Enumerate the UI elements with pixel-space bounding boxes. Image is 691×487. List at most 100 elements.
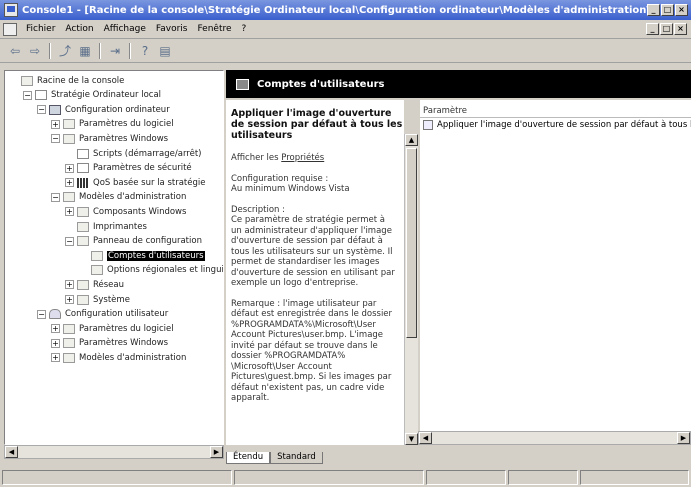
properties-link[interactable]: Propriétés [281, 153, 324, 163]
scroll-left-arrow-icon[interactable]: ◀ [419, 432, 432, 444]
tree-item[interactable]: + Système [65, 293, 130, 306]
tab-etendu[interactable]: Étendu [226, 452, 271, 464]
folder-icon [63, 352, 75, 363]
tree-item[interactable]: + Paramètres du logiciel [51, 118, 174, 131]
list-item[interactable]: Appliquer l'image d'ouverture de session… [420, 118, 691, 131]
collapse-icon[interactable]: − [65, 236, 74, 246]
tree-item-label: Imprimantes [93, 221, 147, 232]
expand-icon[interactable]: + [65, 163, 74, 173]
expand-icon[interactable]: + [65, 207, 74, 217]
scroll-right-arrow-icon[interactable]: ▶ [677, 432, 690, 444]
expand-icon[interactable]: + [51, 353, 60, 363]
child-close-button[interactable]: × [674, 23, 687, 35]
menu-fichier[interactable]: Fichier [21, 24, 60, 34]
scroll-up-arrow-icon[interactable]: ▲ [405, 134, 418, 146]
tree-item[interactable]: − Paramètres Windows [51, 132, 168, 145]
tree-item[interactable]: + Paramètres Windows [51, 337, 168, 350]
collapse-icon[interactable]: − [23, 90, 32, 100]
tree-item-label: Composants Windows [93, 206, 187, 217]
tree-horizontal-scrollbar[interactable]: ◀ ▶ [4, 445, 224, 459]
back-arrow-icon[interactable]: ⇦ [6, 42, 24, 60]
expand-icon[interactable]: + [65, 178, 74, 188]
tree-item-label: Paramètres du logiciel [79, 119, 174, 130]
properties-icon[interactable]: ▤ [156, 42, 174, 60]
tree-item-label: Réseau [93, 279, 125, 290]
tree-item-label: Panneau de configuration [93, 236, 202, 247]
tree-item[interactable]: + Réseau [65, 278, 124, 291]
tab-standard[interactable]: Standard [270, 452, 323, 464]
maximize-button[interactable]: □ [661, 4, 674, 16]
settings-list[interactable]: Paramètre Appliquer l'image d'ouverture … [420, 100, 691, 431]
child-restore-button[interactable]: □ [660, 23, 673, 35]
tree-item-label: Modèles d'administration [79, 352, 187, 363]
menu-favoris[interactable]: Favoris [151, 24, 193, 34]
remark-line: Pictures\guest.bmp. Si les images par [231, 372, 392, 382]
expand-icon[interactable]: + [65, 280, 74, 290]
tree-item-label: Stratégie Ordinateur local [51, 90, 162, 101]
console-tree[interactable]: Racine de la console − Stratégie Ordinateu… [4, 70, 224, 445]
doc-icon [77, 163, 89, 174]
window-controls: _ □ × [647, 4, 688, 16]
tree-item-label: Options régionales et linguistiques [107, 265, 224, 276]
tree-spacer [79, 251, 88, 261]
minimize-button[interactable]: _ [647, 4, 660, 16]
remark-line: défaut n'existent pas, un cadre vide [231, 382, 385, 393]
column-header-parametre[interactable]: Paramètre [420, 106, 691, 118]
menu-action[interactable]: Action [60, 24, 98, 34]
tree-item[interactable]: + Composants Windows [65, 205, 186, 218]
expand-icon[interactable]: + [51, 338, 60, 348]
scroll-thumb[interactable] [406, 148, 417, 338]
help-icon[interactable]: ? [136, 42, 154, 60]
tree-item-label: Scripts (démarrage/arrêt) [93, 148, 202, 159]
folder-icon [77, 221, 89, 232]
menu-fenetre[interactable]: Fenêtre [192, 24, 236, 34]
list-item-label: Appliquer l'image d'ouverture de session… [437, 119, 691, 130]
details-header: Comptes d'utilisateurs [226, 70, 691, 98]
tree-item[interactable]: − Stratégie Ordinateur local [23, 89, 161, 102]
title-bar[interactable]: Console1 - [Racine de la console\Stratég… [0, 0, 691, 20]
tree-item[interactable]: + Modèles d'administration [51, 351, 186, 364]
close-button[interactable]: × [675, 4, 688, 16]
expand-icon[interactable]: + [51, 119, 60, 129]
bars-icon [77, 177, 89, 188]
tree-item[interactable]: − Configuration ordinateur [37, 103, 170, 116]
console-app-icon[interactable] [4, 3, 18, 17]
tree-item[interactable]: + Paramètres du logiciel [51, 322, 174, 335]
tree-item[interactable]: − Panneau de configuration [65, 235, 202, 248]
expand-icon[interactable]: + [65, 295, 74, 304]
description-line: un administrateur d'appliquer l'image [231, 225, 392, 236]
folder-icon [63, 323, 75, 334]
menu-help[interactable]: ? [237, 24, 252, 34]
status-panel [580, 470, 689, 485]
tree-item[interactable]: Options régionales et linguistiques [79, 264, 224, 277]
scroll-down-arrow-icon[interactable]: ▼ [405, 433, 418, 445]
tree-item[interactable]: + Paramètres de sécurité [65, 162, 192, 175]
description-vertical-scrollbar[interactable]: ▲ ▼ [404, 134, 418, 445]
collapse-icon[interactable]: − [51, 192, 60, 202]
policy-setting-icon [423, 119, 433, 130]
tree-item[interactable]: Scripts (démarrage/arrêt) [65, 147, 202, 160]
tree-item[interactable]: Racine de la console [9, 74, 124, 87]
tree-item[interactable]: − Configuration utilisateur [37, 308, 168, 321]
tree-item[interactable]: − Modèles d'administration [51, 191, 186, 204]
list-horizontal-scrollbar[interactable]: ◀ ▶ [418, 431, 691, 445]
collapse-icon[interactable]: − [37, 309, 46, 319]
collapse-icon[interactable]: − [51, 134, 60, 144]
collapse-icon[interactable]: − [37, 105, 46, 115]
expand-icon[interactable]: + [51, 324, 60, 334]
menu-affichage[interactable]: Affichage [99, 24, 151, 34]
tree-item-label: Racine de la console [37, 75, 125, 86]
show-hide-tree-icon[interactable]: ▦ [76, 42, 94, 60]
child-minimize-button[interactable]: _ [646, 23, 659, 35]
up-folder-icon[interactable]: ⤴ [56, 42, 74, 60]
remark-line: \Microsoft\User Account [231, 361, 332, 372]
scroll-right-arrow-icon[interactable]: ▶ [210, 446, 223, 458]
tree-item[interactable]: Imprimantes [65, 220, 147, 233]
scroll-left-arrow-icon[interactable]: ◀ [5, 446, 18, 458]
tree-item[interactable]: Comptes d'utilisateurs [79, 249, 205, 262]
document-icon[interactable] [3, 22, 17, 36]
remark-line: Account Pictures\user.bmp. L'image [231, 330, 384, 340]
tree-item[interactable]: + QoS basée sur la stratégie [65, 176, 205, 189]
forward-arrow-icon[interactable]: ⇨ [26, 42, 44, 60]
export-list-icon[interactable]: ⇥ [106, 42, 124, 60]
